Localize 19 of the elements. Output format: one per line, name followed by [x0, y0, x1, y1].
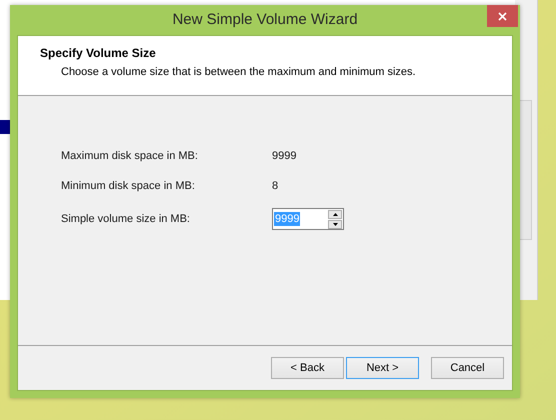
spinner-value: 9999 [274, 212, 300, 226]
selected-row-highlight [0, 120, 10, 134]
field-label: Minimum disk space in MB: [61, 178, 196, 194]
field-label: Simple volume size in MB: [61, 212, 191, 227]
page-title: Specify Volume Size [40, 45, 157, 62]
page-subtitle: Choose a volume size that is between the maximum and minimum sizes. [60, 65, 417, 80]
spin-down-button[interactable] [328, 220, 342, 228]
window-title: New Simple Volume Wizard [172, 10, 358, 30]
down-arrow-icon [332, 222, 338, 226]
close-button[interactable] [487, 5, 518, 27]
field-value: 9999 [272, 148, 296, 164]
field-label: Maximum disk space in MB: [61, 148, 199, 164]
field-value: 8 [272, 178, 278, 194]
wizard-button[interactable]: < Back [271, 357, 344, 379]
up-arrow-icon [332, 212, 338, 216]
spin-up-button[interactable] [328, 210, 342, 218]
close-icon [498, 12, 507, 20]
wizard-button[interactable]: Cancel [431, 357, 504, 379]
wizard-button[interactable]: Next > [346, 357, 419, 379]
